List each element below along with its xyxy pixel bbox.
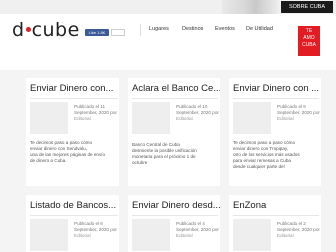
- post-author[interactable]: Editorial: [176, 116, 219, 122]
- promo-line-1: TE: [305, 28, 313, 34]
- post-excerpt: Te decimos paso a paso cómo enviar diner…: [30, 140, 105, 164]
- nav-divider: [140, 24, 141, 36]
- post-card[interactable]: Aclara el Banco Ce... Publicado el 10 Se…: [128, 78, 220, 186]
- post-meta: Publicado el 2 September, 2020 por Edito…: [277, 221, 320, 239]
- post-title[interactable]: Enviar Dinero con ...: [229, 83, 321, 94]
- post-card[interactable]: Listado de Bancos... Publicado el 6 Sept…: [26, 195, 119, 252]
- nav-lugares[interactable]: Lugares: [149, 26, 169, 32]
- post-meta: Publicado el 10 September, 2020 por Edit…: [176, 104, 219, 122]
- post-thumbnail[interactable]: [233, 219, 271, 251]
- header-photo: [222, 0, 278, 14]
- post-meta: Publicado el 6 September, 2020 por Edito…: [277, 104, 320, 122]
- post-thumbnail[interactable]: [132, 219, 170, 251]
- post-author[interactable]: Editorial: [277, 233, 320, 239]
- excerpt-line: de dinero a Cuba.: [30, 158, 67, 163]
- post-author[interactable]: Editorial: [277, 116, 320, 122]
- post-meta: Publicado el 11 September, 2020 por Edit…: [74, 104, 117, 122]
- post-title[interactable]: EnZona: [229, 200, 321, 211]
- te-amo-cuba-banner[interactable]: TE AMO CUBA: [298, 26, 320, 56]
- excerpt-line: desde cualquier parte del: [233, 164, 285, 169]
- divider: [233, 98, 319, 99]
- site-logo[interactable]: d cube: [12, 19, 80, 41]
- divider: [30, 215, 118, 216]
- post-excerpt: Te decimos paso a paso cómo enviar diner…: [233, 140, 300, 170]
- promo-line-3: CUBA: [302, 42, 316, 48]
- post-thumbnail[interactable]: [132, 102, 170, 134]
- post-title[interactable]: Enviar Dinero desd...: [128, 200, 220, 211]
- post-title[interactable]: Aclara el Banco Ce...: [128, 83, 220, 94]
- nav-eventos[interactable]: Eventos: [215, 26, 235, 32]
- post-thumbnail[interactable]: [30, 219, 68, 251]
- post-author[interactable]: Editorial: [176, 233, 219, 239]
- about-cuba-link[interactable]: SOBRE CUBA: [281, 1, 333, 13]
- post-author[interactable]: Editorial: [74, 233, 117, 239]
- facebook-like-button[interactable]: Like 1.8K: [85, 29, 109, 36]
- excerpt-line: octubre: [132, 160, 148, 165]
- nav-destinos[interactable]: Destinos: [182, 26, 203, 32]
- divider: [132, 215, 218, 216]
- post-card[interactable]: EnZona Publicado el 2 September, 2020 po…: [229, 195, 321, 252]
- divider: [30, 98, 118, 99]
- post-card[interactable]: Enviar Dinero desd... Publicado el 4 Sep…: [128, 195, 220, 252]
- nav-de-utilidad[interactable]: De Utilidad: [246, 26, 273, 32]
- facebook-like-count: [111, 29, 125, 36]
- post-thumbnail[interactable]: [233, 102, 271, 134]
- post-title[interactable]: Enviar Dinero con...: [26, 83, 119, 94]
- post-card[interactable]: Enviar Dinero con ... Publicado el 6 Sep…: [229, 78, 321, 186]
- post-author[interactable]: Editorial: [74, 116, 117, 122]
- promo-line-2: AMO: [303, 35, 315, 41]
- post-meta: Publicado el 4 September, 2020 por Edito…: [176, 221, 219, 239]
- divider: [233, 215, 319, 216]
- post-card[interactable]: Enviar Dinero con... Publicado el 11 Sep…: [26, 78, 119, 186]
- post-title[interactable]: Listado de Bancos...: [26, 200, 119, 211]
- post-meta: Publicado el 6 September, 2020 por Edito…: [74, 221, 117, 239]
- divider: [132, 98, 218, 99]
- logo-text-left: d: [12, 19, 25, 41]
- post-excerpt: Banco Central de Cuba desmiente la posib…: [132, 142, 197, 166]
- logo-dot-icon: [25, 27, 31, 32]
- logo-text-right: cube: [31, 19, 80, 41]
- post-thumbnail[interactable]: [30, 102, 68, 134]
